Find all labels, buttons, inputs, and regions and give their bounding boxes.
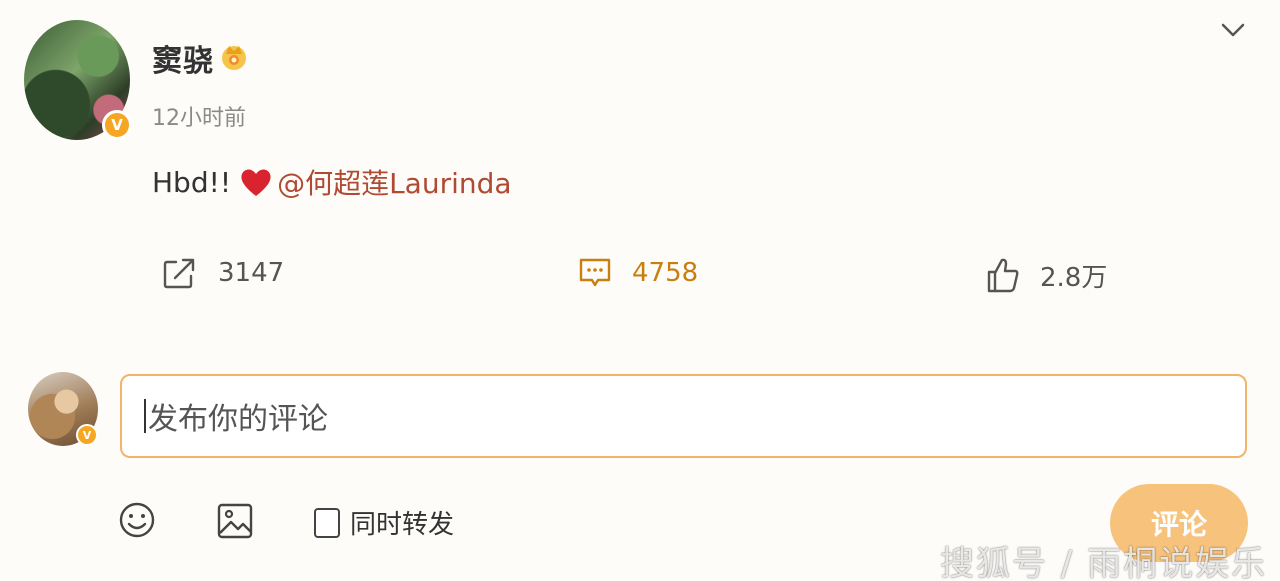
author-avatar[interactable]: V [24,20,132,144]
crown-icon [222,46,246,70]
emoji-icon[interactable] [118,500,156,540]
verified-badge-icon: V [102,110,132,140]
repost-button[interactable]: 3147 [162,256,284,290]
like-count: 2.8万 [1040,262,1108,293]
post-text: Hbd!! [152,165,232,199]
comment-input-placeholder: 发布你的评论 [148,402,328,437]
mention-link[interactable]: @何超莲Laurinda [277,162,511,202]
comment-count: 4758 [632,258,699,288]
also-repost-checkbox[interactable] [314,507,340,538]
repost-icon [163,258,195,289]
post-content: Hbd!! @何超莲Laurinda [152,162,512,202]
comment-icon [579,258,611,287]
verified-badge-icon: V [76,424,98,446]
heart-icon [241,169,271,196]
image-icon[interactable] [216,501,254,541]
text-caret [144,399,146,433]
comment-button[interactable]: 4758 [578,256,698,290]
watermark: 搜狐号 / 雨桐说娱乐 [940,544,1268,581]
like-button[interactable]: 2.8万 [986,256,1107,294]
like-icon [987,258,1019,293]
chevron-down-icon[interactable] [1218,20,1248,40]
weibo-post: V 窦骁 12小时前 Hbd!! @何超莲Laurinda 3147 4758 … [0,0,1280,581]
comment-input[interactable]: 发布你的评论 [120,374,1247,458]
repost-count: 3147 [218,258,285,288]
also-repost-option[interactable]: 同时转发 [314,504,454,541]
current-user-avatar[interactable]: V [28,372,98,448]
also-repost-label: 同时转发 [350,510,455,540]
author-name[interactable]: 窦骁 [152,36,214,80]
post-timestamp[interactable]: 12小时前 [152,100,246,132]
